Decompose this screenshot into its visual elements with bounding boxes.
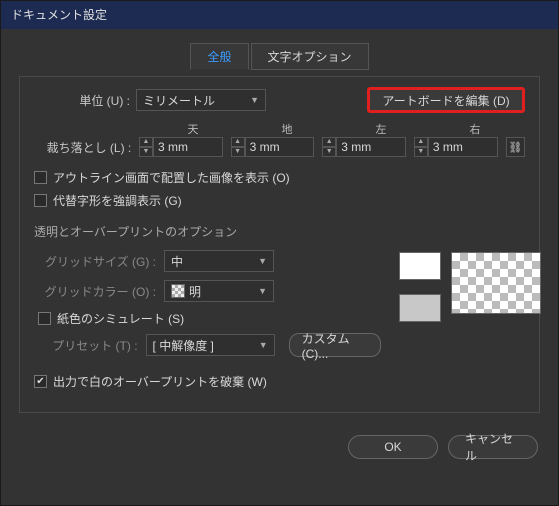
caret-up-icon[interactable]: ▲: [139, 137, 153, 147]
bleed-left-value[interactable]: 3 mm: [336, 137, 406, 157]
bleed-label: 裁ち落とし (L) :: [34, 139, 131, 156]
dialog-footer: OK キャンセル: [1, 423, 558, 471]
document-settings-dialog: ドキュメント設定 全般 文字オプション 単位 (U) : ミリメートル ▼ アー…: [0, 0, 559, 506]
discard-white-overprint-label: 出力で白のオーバープリントを破棄 (W): [53, 373, 267, 390]
bleed-header-left: 左: [334, 121, 428, 137]
grid-size-label: グリッドサイズ (G) :: [36, 253, 156, 270]
units-label: 単位 (U) :: [34, 92, 130, 109]
chevron-down-icon: ▼: [258, 286, 267, 296]
custom-button-label: カスタム (C)...: [302, 330, 368, 361]
chevron-down-icon: ▼: [258, 256, 267, 266]
bleed-row: 裁ち落とし (L) : ▲▼ 3 mm ▲▼ 3 mm ▲▼ 3 mm ▲▼ 3…: [34, 137, 525, 157]
cancel-label: キャンセル: [465, 430, 521, 464]
units-value: ミリメートル: [143, 92, 215, 109]
alt-glyphs-checkbox[interactable]: [34, 194, 47, 207]
caret-down-icon[interactable]: ▼: [231, 147, 245, 157]
chevron-down-icon: ▼: [250, 95, 259, 105]
caret-up-icon[interactable]: ▲: [231, 137, 245, 147]
grid-color-label: グリッドカラー (O) :: [36, 283, 156, 300]
chevron-down-icon: ▼: [259, 340, 268, 350]
units-select[interactable]: ミリメートル ▼: [136, 89, 266, 111]
transparency-section-label: 透明とオーバープリントのオプション: [34, 223, 525, 240]
bleed-right-input[interactable]: ▲▼ 3 mm: [414, 137, 498, 157]
outline-images-label: アウトライン画面で配置した画像を表示 (O): [53, 169, 290, 186]
tab-general[interactable]: 全般: [190, 43, 248, 70]
preset-label: プリセット (T) :: [36, 337, 138, 354]
simulate-paper-checkbox[interactable]: [38, 312, 51, 325]
alt-glyphs-label: 代替字形を強調表示 (G): [53, 192, 182, 209]
transparency-preview: [451, 252, 541, 314]
bleed-bottom-input[interactable]: ▲▼ 3 mm: [231, 137, 315, 157]
tab-bar: 全般 文字オプション: [19, 43, 540, 70]
bleed-bottom-value[interactable]: 3 mm: [245, 137, 315, 157]
ok-label: OK: [384, 440, 401, 454]
tab-typography[interactable]: 文字オプション: [251, 43, 369, 70]
grid-size-value: 中: [171, 253, 183, 270]
caret-up-icon[interactable]: ▲: [322, 137, 336, 147]
preset-select[interactable]: [ 中解像度 ] ▼: [146, 334, 275, 356]
bleed-top-value[interactable]: 3 mm: [153, 137, 223, 157]
bleed-left-input[interactable]: ▲▼ 3 mm: [322, 137, 406, 157]
cancel-button[interactable]: キャンセル: [448, 435, 538, 459]
bleed-top-input[interactable]: ▲▼ 3 mm: [139, 137, 223, 157]
grid-color-select[interactable]: 明 ▼: [164, 280, 274, 302]
link-icon[interactable]: ⛓: [506, 137, 526, 157]
grid-color-value: 明: [189, 283, 201, 300]
caret-down-icon[interactable]: ▼: [414, 147, 428, 157]
grid-color-swatch-light[interactable]: [399, 252, 441, 280]
grid-color-swatch-dark[interactable]: [399, 294, 441, 322]
caret-down-icon[interactable]: ▼: [139, 147, 153, 157]
swatch-icon: [171, 284, 185, 298]
grid-size-select[interactable]: 中 ▼: [164, 250, 274, 272]
bleed-header-top: 天: [146, 121, 240, 137]
simulate-paper-label: 紙色のシミュレート (S): [57, 310, 184, 327]
bleed-right-value[interactable]: 3 mm: [428, 137, 498, 157]
bleed-headers: 天 地 左 右: [146, 121, 525, 137]
edit-artboards-label: アートボードを編集 (D): [382, 92, 509, 109]
bleed-header-right: 右: [428, 121, 522, 137]
edit-artboards-button[interactable]: アートボードを編集 (D): [367, 87, 525, 113]
discard-white-overprint-checkbox[interactable]: ✔: [34, 375, 47, 388]
preset-value: [ 中解像度 ]: [153, 337, 214, 354]
caret-down-icon[interactable]: ▼: [322, 147, 336, 157]
settings-group: 単位 (U) : ミリメートル ▼ アートボードを編集 (D) 天 地 左 右 …: [19, 76, 540, 413]
dialog-content: 全般 文字オプション 単位 (U) : ミリメートル ▼ アートボードを編集 (…: [1, 29, 558, 423]
outline-images-checkbox[interactable]: [34, 171, 47, 184]
custom-button[interactable]: カスタム (C)...: [289, 333, 381, 357]
dialog-title: ドキュメント設定: [1, 1, 558, 29]
bleed-header-bottom: 地: [240, 121, 334, 137]
ok-button[interactable]: OK: [348, 435, 438, 459]
caret-up-icon[interactable]: ▲: [414, 137, 428, 147]
